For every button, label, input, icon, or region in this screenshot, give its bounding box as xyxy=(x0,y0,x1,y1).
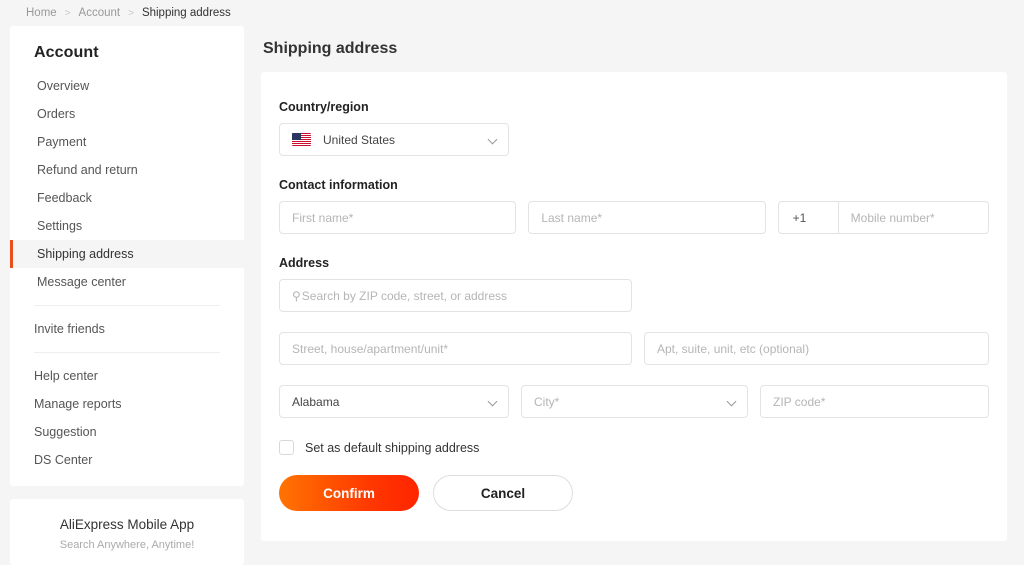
phone-country-code[interactable]: +1 xyxy=(777,201,839,234)
chevron-down-icon xyxy=(727,397,737,407)
page-layout: Account Overview Orders Payment Refund a… xyxy=(0,26,1024,565)
sidebar-item-label: Manage reports xyxy=(34,397,122,411)
breadcrumb-item-account[interactable]: Account xyxy=(79,7,121,19)
default-address-checkbox[interactable] xyxy=(279,440,294,455)
default-address-row: Set as default shipping address xyxy=(279,440,989,455)
sidebar-item-label: Orders xyxy=(37,107,76,121)
contact-information-label: Contact information xyxy=(279,178,398,192)
street-input[interactable]: Street, house/apartment/unit* xyxy=(279,332,632,365)
sidebar-card: Account Overview Orders Payment Refund a… xyxy=(10,26,244,486)
cancel-button[interactable]: Cancel xyxy=(433,475,573,511)
last-name-placeholder: Last name* xyxy=(541,210,603,225)
sidebar-group-invite: Invite friends xyxy=(34,305,220,343)
mobile-app-subtitle: Search Anywhere, Anytime! xyxy=(59,539,195,551)
shipping-address-form: Country/region United States Contact inf… xyxy=(261,72,1007,541)
breadcrumb-item-current: Shipping address xyxy=(141,7,231,19)
sidebar-item-label: Shipping address xyxy=(37,247,134,261)
city-placeholder: City* xyxy=(534,394,560,409)
chevron-down-icon xyxy=(488,397,498,407)
sidebar-title: Account xyxy=(34,44,99,61)
sidebar: Account Overview Orders Payment Refund a… xyxy=(10,26,244,565)
us-flag-icon xyxy=(292,133,311,146)
sidebar-item-suggestion[interactable]: Suggestion xyxy=(34,418,220,446)
sidebar-item-label: Help center xyxy=(34,369,98,383)
address-search-placeholder: Search by ZIP code, street, or address xyxy=(301,288,508,303)
sidebar-item-settings[interactable]: Settings xyxy=(10,212,244,240)
sidebar-item-feedback[interactable]: Feedback xyxy=(10,184,244,212)
sidebar-item-refund-and-return[interactable]: Refund and return xyxy=(10,156,244,184)
state-select[interactable]: Alabama xyxy=(279,385,509,418)
breadcrumb-item-home[interactable]: Home xyxy=(26,7,57,19)
sidebar-item-label: Feedback xyxy=(37,191,92,205)
main-content: Shipping address Country/region United S… xyxy=(261,26,1007,541)
address-label: Address xyxy=(279,256,330,270)
sidebar-item-label: DS Center xyxy=(34,453,93,467)
zip-code-placeholder: ZIP code* xyxy=(773,394,826,409)
country-select-value: United States xyxy=(323,132,396,147)
form-actions: Confirm Cancel xyxy=(279,475,989,511)
street-placeholder: Street, house/apartment/unit* xyxy=(292,341,449,356)
sidebar-item-payment[interactable]: Payment xyxy=(10,128,244,156)
sidebar-item-help-center[interactable]: Help center xyxy=(34,362,220,390)
breadcrumb-separator: > xyxy=(128,7,134,19)
mobile-app-title: AliExpress Mobile App xyxy=(59,517,195,532)
sidebar-item-label: Invite friends xyxy=(34,322,105,336)
phone-field-group: +1 Mobile number* xyxy=(777,201,989,234)
first-name-placeholder: First name* xyxy=(292,210,354,225)
sidebar-item-message-center[interactable]: Message center xyxy=(10,268,244,296)
mobile-number-input[interactable]: Mobile number* xyxy=(838,201,989,234)
search-icon: ⚲ xyxy=(292,288,301,303)
apartment-placeholder: Apt, suite, unit, etc (optional) xyxy=(657,341,810,356)
state-select-value: Alabama xyxy=(292,394,340,409)
sidebar-item-overview[interactable]: Overview xyxy=(10,72,244,100)
address-search-input[interactable]: ⚲ Search by ZIP code, street, or address xyxy=(279,279,632,312)
page-title: Shipping address xyxy=(263,40,398,57)
sidebar-item-manage-reports[interactable]: Manage reports xyxy=(34,390,220,418)
first-name-input[interactable]: First name* xyxy=(279,201,517,234)
country-label: Country/region xyxy=(279,100,369,114)
last-name-input[interactable]: Last name* xyxy=(528,201,766,234)
apartment-input[interactable]: Apt, suite, unit, etc (optional) xyxy=(644,332,989,365)
sidebar-item-invite-friends[interactable]: Invite friends xyxy=(34,315,220,343)
mobile-number-placeholder: Mobile number* xyxy=(850,210,935,225)
sidebar-item-shipping-address[interactable]: Shipping address xyxy=(10,240,244,268)
breadcrumb: Home > Account > Shipping address xyxy=(0,0,1024,26)
zip-code-input[interactable]: ZIP code* xyxy=(760,385,989,418)
sidebar-item-label: Payment xyxy=(37,135,87,149)
country-select[interactable]: United States xyxy=(279,123,509,156)
sidebar-group-support: Help center Manage reports Suggestion DS… xyxy=(34,352,220,474)
mobile-app-promo-card[interactable]: AliExpress Mobile App Search Anywhere, A… xyxy=(10,499,244,565)
sidebar-item-label: Settings xyxy=(37,219,83,233)
sidebar-item-label: Refund and return xyxy=(37,163,138,177)
sidebar-item-label: Suggestion xyxy=(34,425,97,439)
breadcrumb-separator: > xyxy=(64,7,71,19)
city-select[interactable]: City* xyxy=(521,385,748,418)
chevron-down-icon xyxy=(488,135,498,145)
default-address-label[interactable]: Set as default shipping address xyxy=(305,441,479,455)
confirm-button[interactable]: Confirm xyxy=(279,475,419,511)
sidebar-item-label: Overview xyxy=(37,79,90,93)
phone-country-code-value: +1 xyxy=(792,210,807,225)
sidebar-item-orders[interactable]: Orders xyxy=(10,100,244,128)
sidebar-item-label: Message center xyxy=(37,275,126,289)
sidebar-item-ds-center[interactable]: DS Center xyxy=(34,446,220,474)
